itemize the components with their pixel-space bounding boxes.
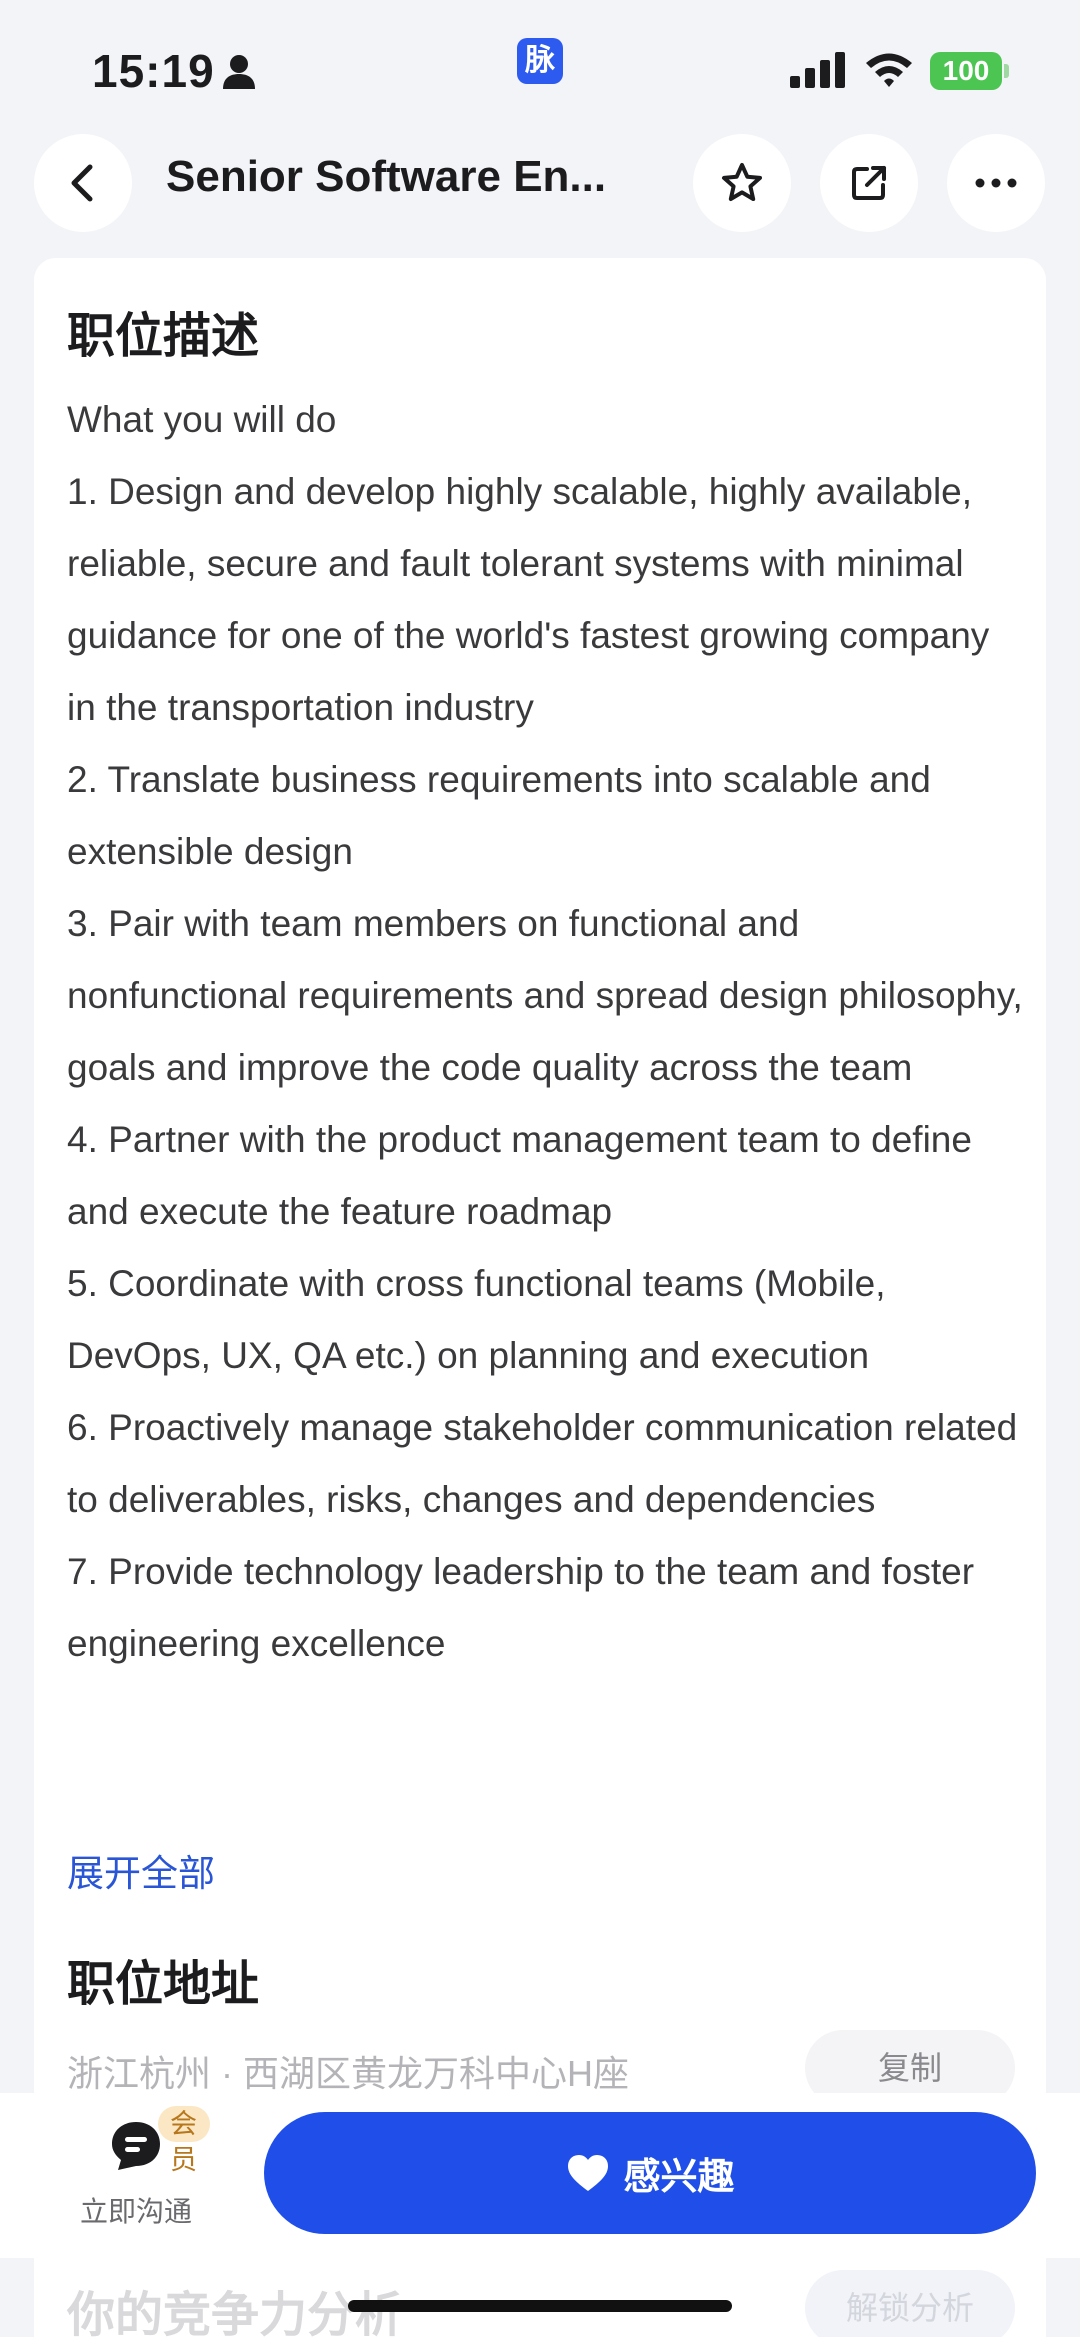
more-button[interactable] <box>947 134 1045 232</box>
back-button[interactable] <box>34 134 132 232</box>
favorite-button[interactable] <box>693 134 791 232</box>
job-description-title: 职位描述 <box>67 310 260 363</box>
share-button[interactable] <box>820 134 918 232</box>
battery-level: 100 <box>930 52 1002 90</box>
interested-label: 感兴趣 <box>623 2156 735 2197</box>
description-line: 5. Coordinate with cross functional team… <box>67 1263 886 1376</box>
member-badge: 会员 <box>158 2106 210 2175</box>
battery-icon: 100 <box>930 52 1010 90</box>
home-indicator[interactable] <box>348 2300 732 2312</box>
description-line: 6. Proactively manage stakeholder commun… <box>67 1407 1018 1520</box>
description-line: 4. Partner with the product management t… <box>67 1119 972 1232</box>
expand-all-link[interactable]: 展开全部 <box>67 1843 215 1897</box>
app-badge-icon: 脉 <box>517 38 563 84</box>
signal-icon <box>790 52 845 88</box>
description-line: 2. Translate business requirements into … <box>67 759 931 872</box>
description-line: 7. Provide technology leadership to the … <box>67 1551 975 1664</box>
chevron-left-icon <box>71 164 93 202</box>
more-icon <box>975 178 1017 188</box>
chat-now-button[interactable]: 会员 立即沟通 <box>60 2106 210 2230</box>
status-time: 15:19 <box>92 45 215 97</box>
description-line: What you will do <box>67 399 337 440</box>
job-address: 浙江杭州 · 西湖区黄龙万科中心H座 <box>67 2053 629 2094</box>
chat-icon <box>112 2122 160 2170</box>
description-line: 1. Design and develop highly scalable, h… <box>67 471 990 728</box>
page-title: Senior Software En... <box>166 152 607 201</box>
star-icon <box>722 163 762 201</box>
job-description: What you will do 1. Design and develop h… <box>67 384 1027 1680</box>
person-icon <box>223 55 255 89</box>
unlock-analysis-button[interactable]: 解锁分析 <box>805 2270 1015 2337</box>
job-address-title: 职位地址 <box>67 1958 260 2011</box>
battery-tip <box>1004 64 1009 78</box>
chat-now-label: 立即沟通 <box>80 2196 193 2227</box>
status-bar: 15:19 脉 100 <box>0 0 1080 130</box>
interested-button[interactable]: 感兴趣 <box>264 2112 1036 2234</box>
share-icon <box>852 166 886 200</box>
wifi-icon <box>866 53 912 87</box>
description-line: 3. Pair with team members on functional … <box>67 903 1023 1088</box>
heart-icon <box>567 2155 608 2191</box>
